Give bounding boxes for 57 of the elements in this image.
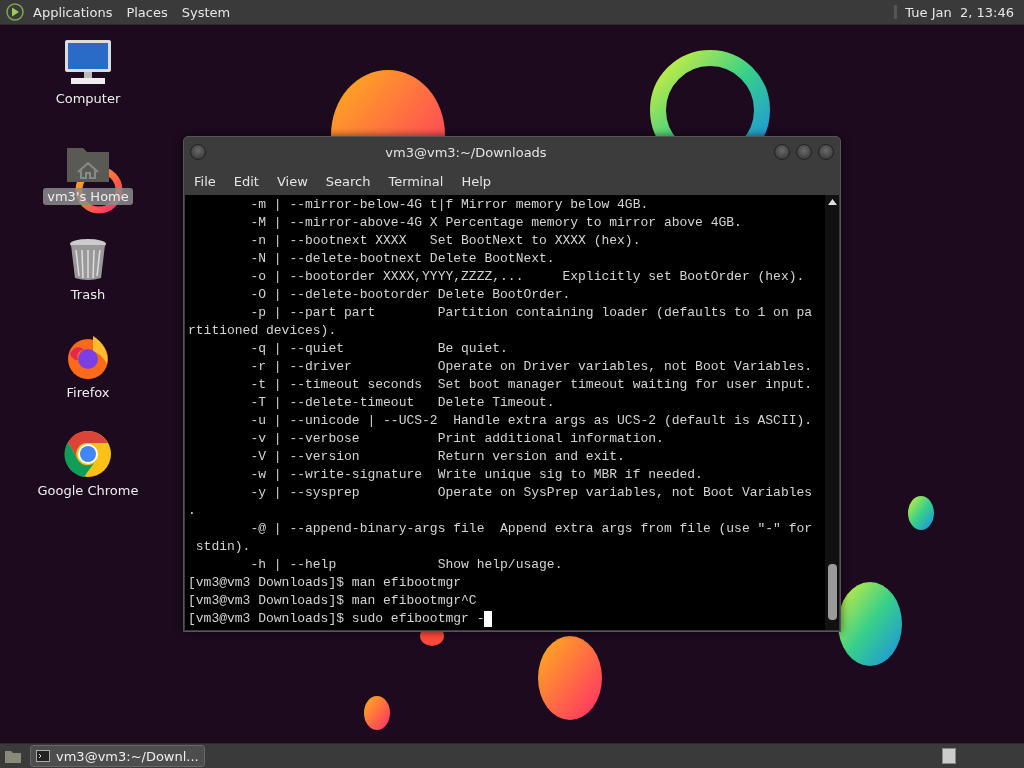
terminal-line: -m | --mirror-below-4G t|f Mirror memory below 4GB.	[249, 196, 649, 214]
desktop-icon-label[interactable]: vm3's Home	[43, 188, 133, 205]
terminal-line: -o | --bootorder XXXX,YYYY,ZZZZ,... Explicitly set BootOrder (hex).	[249, 268, 805, 286]
terminal-line: rtitioned devices).	[188, 322, 337, 340]
scroll-up-icon[interactable]	[827, 199, 837, 205]
desktop-icon-label[interactable]: Firefox	[62, 384, 114, 401]
terminal-line: -q | --quiet Be quiet.	[249, 340, 508, 358]
taskbar-button[interactable]: vm3@vm3:~/Downl...	[30, 745, 205, 767]
menu-item[interactable]: Help	[455, 173, 500, 189]
workspace-switcher[interactable]	[942, 748, 956, 764]
terminal-line: -V | --version Return version and exit.	[249, 448, 625, 466]
terminal-line: -r | --driver Operate on Driver variables, not Boot Variables.	[249, 358, 813, 376]
scroll-thumb[interactable]	[827, 564, 837, 620]
terminal-line: [vm3@vm3 Downloads]$ sudo efibootmgr -	[188, 610, 485, 628]
terminal-line: -p | --part part Partition containing loader (defaults to 1 on pa	[249, 304, 813, 322]
terminal-icon	[36, 750, 50, 762]
terminal-line: -w | --write-signature Write unique sig to MBR if needed.	[249, 466, 703, 484]
menu-logo-icon[interactable]	[6, 3, 24, 21]
text-cursor	[484, 611, 493, 627]
terminal-line: -N | --delete-bootnext Delete BootNext.	[249, 250, 555, 268]
minimize-button[interactable]	[774, 144, 790, 160]
clock[interactable]: Tue Jan 2, 13:46	[905, 4, 1018, 20]
desktop-icon-label[interactable]: Computer	[51, 90, 125, 107]
desktop-icon-label[interactable]: Trash	[66, 286, 110, 303]
firefox-icon	[65, 334, 111, 380]
window-menu-button[interactable]	[190, 144, 206, 160]
terminal-line: -t | --timeout seconds Set boot manager timeout waiting for user input.	[249, 376, 813, 394]
window-title: vm3@vm3:~/Downloads	[384, 144, 548, 160]
scrollbar[interactable]	[825, 195, 839, 630]
menu-item[interactable]: View	[270, 173, 316, 189]
terminal-line: stdin).	[194, 538, 251, 556]
panel-menu[interactable]: System	[176, 4, 236, 20]
chrome-icon	[64, 430, 112, 478]
computer-icon	[63, 38, 113, 86]
menu-item[interactable]: Terminal	[382, 173, 452, 189]
terminal-line: -y | --sysprep Operate on SysPrep variables, not Boot Variables	[249, 484, 813, 502]
desktop-icon-label[interactable]: Google Chrome	[33, 482, 143, 499]
menu-item[interactable]: File	[188, 173, 224, 189]
terminal-line: -O | --delete-bootorder Delete BootOrder.	[249, 286, 571, 304]
terminal-line: -u | --unicode | --UCS-2 Handle extra args as UCS-2 (default is ASCII).	[249, 412, 813, 430]
menu-item[interactable]: Edit	[227, 173, 267, 189]
terminal-line: -T | --delete-timeout Delete Timeout.	[249, 394, 555, 412]
terminal-line: -n | --bootnext XXXX Set BootNext to XXXX (hex).	[249, 232, 641, 250]
show-desktop-icon[interactable]	[4, 748, 22, 764]
maximize-button[interactable]	[796, 144, 812, 160]
terminal-line: [vm3@vm3 Downloads]$ man efibootmgr^C	[188, 592, 477, 610]
terminal-line: -h | --help Show help/usage.	[249, 556, 563, 574]
terminal-line: -M | --mirror-above-4G X Percentage memory to mirror above 4GB.	[249, 214, 742, 232]
trash-icon	[68, 238, 108, 282]
terminal-line: -v | --verbose Print additional information.	[249, 430, 664, 448]
panel-menu[interactable]: Places	[121, 4, 173, 20]
panel-menu[interactable]: Applications	[28, 4, 118, 20]
terminal-line: .	[188, 502, 196, 520]
terminal-line: -@ | --append-binary-args file Append extra args from file (use "-" for	[249, 520, 813, 538]
terminal-line: [vm3@vm3 Downloads]$ man efibootmgr	[188, 574, 462, 592]
menu-item[interactable]: Search	[319, 173, 379, 189]
close-button[interactable]	[818, 144, 834, 160]
